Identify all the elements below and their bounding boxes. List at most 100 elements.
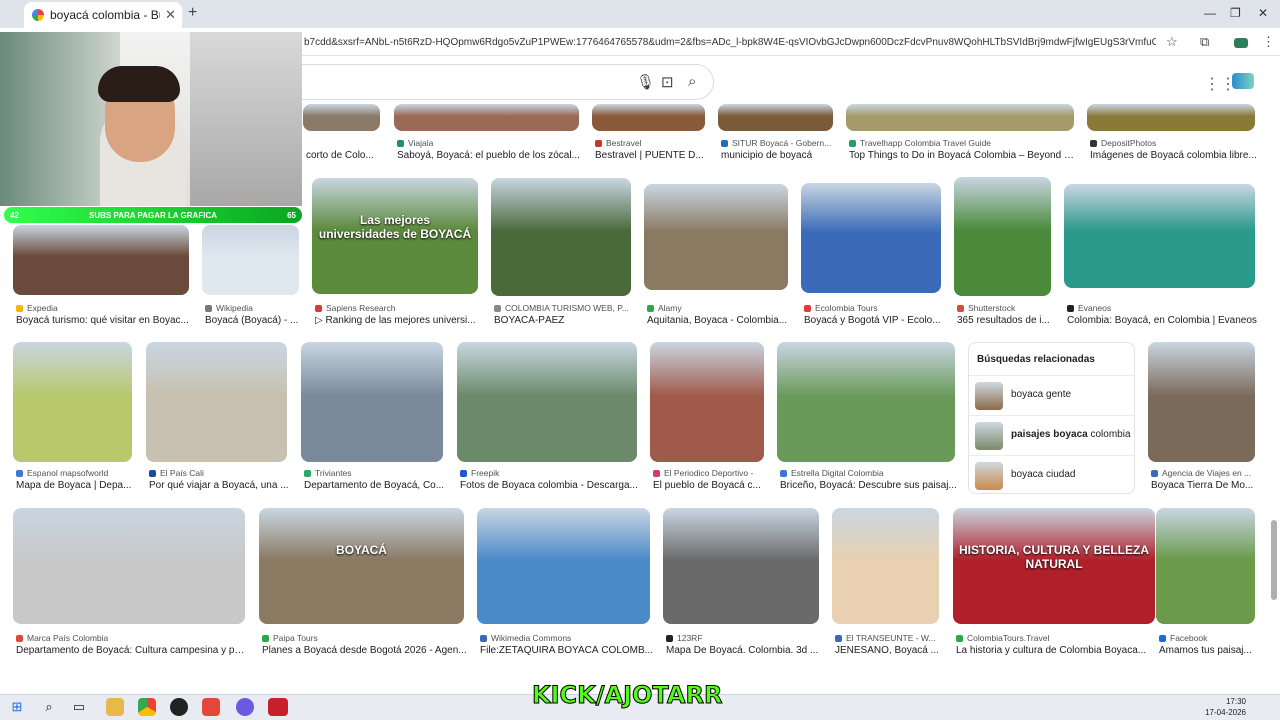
result-caption[interactable]: Briceño, Boyacá: Descubre sus paisaj...	[780, 480, 958, 491]
result-thumbnail[interactable]	[650, 342, 764, 462]
result-thumbnail[interactable]	[394, 104, 579, 131]
source-name[interactable]: DepositPhotos	[1101, 138, 1156, 148]
result-source[interactable]: Freepik	[460, 468, 640, 478]
result-source[interactable]: Travelhapp Colombia Travel Guide	[849, 138, 1077, 148]
result-thumbnail[interactable]	[202, 225, 299, 295]
result-caption[interactable]: Departamento de Boyacá: Cultura campesin…	[16, 645, 248, 656]
result-thumbnail[interactable]	[301, 342, 443, 462]
file-explorer-icon[interactable]	[106, 698, 124, 716]
menu-kebab-icon[interactable]: ⋮	[1262, 34, 1275, 50]
source-name[interactable]: Freepik	[471, 468, 499, 478]
source-name[interactable]: Espanol mapsofworld	[27, 468, 108, 478]
task-view-icon[interactable]: ▭	[70, 698, 88, 716]
source-name[interactable]: Facebook	[1170, 633, 1207, 643]
result-source[interactable]: Wikimedia Commons	[480, 633, 653, 643]
result-thumbnail[interactable]	[13, 508, 245, 624]
result-source[interactable]: Agencia de Viajes en ...	[1151, 468, 1258, 478]
related-search-item[interactable]: boyaca ciudad	[969, 455, 1134, 495]
url-text[interactable]: b7cdd&sxsrf=ANbL-n5t6RzD-HQOpmw6Rdgo5vZu…	[304, 37, 1156, 48]
scrollbar-thumb[interactable]	[1271, 520, 1277, 600]
source-name[interactable]: El TRANSEUNTE - W...	[846, 633, 936, 643]
lens-icon[interactable]: ⊡	[661, 73, 674, 91]
result-caption[interactable]: Top Things to Do in Boyacá Colombia – Be…	[849, 150, 1077, 161]
result-caption[interactable]: corto de Colo...	[306, 150, 386, 161]
result-caption[interactable]: Por qué viajar a Boyacá, una ...	[149, 480, 290, 491]
result-caption[interactable]: 365 resultados de i...	[957, 315, 1054, 326]
result-thumbnail[interactable]	[846, 104, 1074, 131]
source-name[interactable]: Estrella Digital Colombia	[791, 468, 884, 478]
result-caption[interactable]: El pueblo de Boyacá c...	[653, 480, 767, 491]
microphone-icon[interactable]: 🎙	[636, 73, 655, 91]
result-thumbnail[interactable]: BOYACÁ	[259, 508, 464, 624]
result-thumbnail[interactable]	[718, 104, 833, 131]
result-caption[interactable]: Boyacá y Bogotá VIP - Ecolo...	[804, 315, 944, 326]
minimize-icon[interactable]: —	[1204, 6, 1216, 20]
close-tab-icon[interactable]: ✕	[165, 7, 176, 23]
result-source[interactable]: Facebook	[1159, 633, 1258, 643]
result-source[interactable]: El Periodico Deportivo -	[653, 468, 767, 478]
source-name[interactable]: El País Cali	[160, 468, 204, 478]
result-thumbnail[interactable]	[663, 508, 819, 624]
result-thumbnail[interactable]	[592, 104, 705, 131]
result-source[interactable]: 123RF	[666, 633, 822, 643]
result-thumbnail[interactable]: Las mejores universidades de BOYACÁ	[312, 178, 478, 294]
result-thumbnail[interactable]	[491, 178, 631, 296]
extensions-icon[interactable]: ⧉	[1200, 34, 1209, 50]
result-source[interactable]: Espanol mapsofworld	[16, 468, 135, 478]
source-name[interactable]: ColombiaTours.Travel	[967, 633, 1049, 643]
result-source[interactable]: Sapiens Research	[315, 303, 481, 313]
result-caption[interactable]: Colombia: Boyacá, en Colombia | Evaneos	[1067, 315, 1258, 326]
result-caption[interactable]: La historia y cultura de Colombia Boyaca…	[956, 645, 1158, 656]
close-window-icon[interactable]: ✕	[1258, 6, 1268, 20]
result-source[interactable]: El TRANSEUNTE - W...	[835, 633, 942, 643]
source-name[interactable]: Bestravel	[606, 138, 641, 148]
result-thumbnail[interactable]	[644, 184, 788, 290]
discord-icon[interactable]	[236, 698, 254, 716]
result-thumbnail[interactable]	[1148, 342, 1255, 462]
result-caption[interactable]: Departamento de Boyacá, Co...	[304, 480, 446, 491]
result-source[interactable]: Triviantes	[304, 468, 446, 478]
result-source[interactable]: El País Cali	[149, 468, 290, 478]
bookmark-star-icon[interactable]: ☆	[1166, 34, 1178, 50]
source-name[interactable]: Travelhapp Colombia Travel Guide	[860, 138, 991, 148]
result-thumbnail[interactable]	[801, 183, 941, 293]
source-name[interactable]: Evaneos	[1078, 303, 1111, 313]
result-caption[interactable]: ▷ Ranking de las mejores universi...	[315, 315, 481, 326]
result-caption[interactable]: Mapa De Boyacá. Colombia. 3d ...	[666, 645, 822, 656]
taskbar-search-icon[interactable]: ⌕	[40, 698, 58, 716]
source-name[interactable]: COLOMBIA TURISMO WEB, P...	[505, 303, 629, 313]
result-caption[interactable]: Bestravel | PUENTE D...	[595, 150, 708, 161]
source-name[interactable]: SITUR Boyacá - Gobern...	[732, 138, 831, 148]
result-thumbnail[interactable]	[477, 508, 650, 624]
source-name[interactable]: Viajala	[408, 138, 433, 148]
result-caption[interactable]: Saboyá, Boyacá: el pueblo de los zócal..…	[397, 150, 582, 161]
source-name[interactable]: Marca País Colombia	[27, 633, 108, 643]
result-thumbnail[interactable]: HISTORIA, CULTURA Y BELLEZA NATURAL	[953, 508, 1155, 624]
source-name[interactable]: Sapiens Research	[326, 303, 395, 313]
result-source[interactable]: Alamy	[647, 303, 791, 313]
result-source[interactable]: Expedia	[16, 303, 192, 313]
result-caption[interactable]: Amamos tus paisaj...	[1159, 645, 1258, 656]
related-search-item[interactable]: boyaca gente	[969, 375, 1134, 415]
app-icon[interactable]	[268, 698, 288, 716]
related-search-item[interactable]: paisajes boyaca colombia	[969, 415, 1134, 455]
source-name[interactable]: 123RF	[677, 633, 703, 643]
result-source[interactable]: SITUR Boyacá - Gobern...	[721, 138, 836, 148]
source-name[interactable]: Expedia	[27, 303, 58, 313]
scrollbar[interactable]	[1271, 100, 1277, 700]
result-thumbnail[interactable]	[832, 508, 939, 624]
search-icon[interactable]: ⌕	[688, 73, 696, 90]
result-caption[interactable]: BOYACÁ-PÁEZ	[494, 315, 634, 326]
result-caption[interactable]: Boyacá (Boyacá) - ...	[205, 315, 302, 326]
source-name[interactable]: Ecolombia Tours	[815, 303, 878, 313]
result-caption[interactable]: Planes a Boyacá desde Bogotá 2026 - Agen…	[262, 645, 467, 656]
avatar[interactable]	[1232, 73, 1254, 89]
result-thumbnail[interactable]	[457, 342, 637, 462]
source-name[interactable]: Triviantes	[315, 468, 352, 478]
result-source[interactable]: Paipa Tours	[262, 633, 467, 643]
result-thumbnail[interactable]	[954, 177, 1051, 296]
result-thumbnail[interactable]	[1156, 508, 1255, 624]
brave-icon[interactable]	[202, 698, 220, 716]
result-thumbnail[interactable]	[13, 342, 132, 462]
restore-icon[interactable]: ❐	[1230, 6, 1241, 20]
